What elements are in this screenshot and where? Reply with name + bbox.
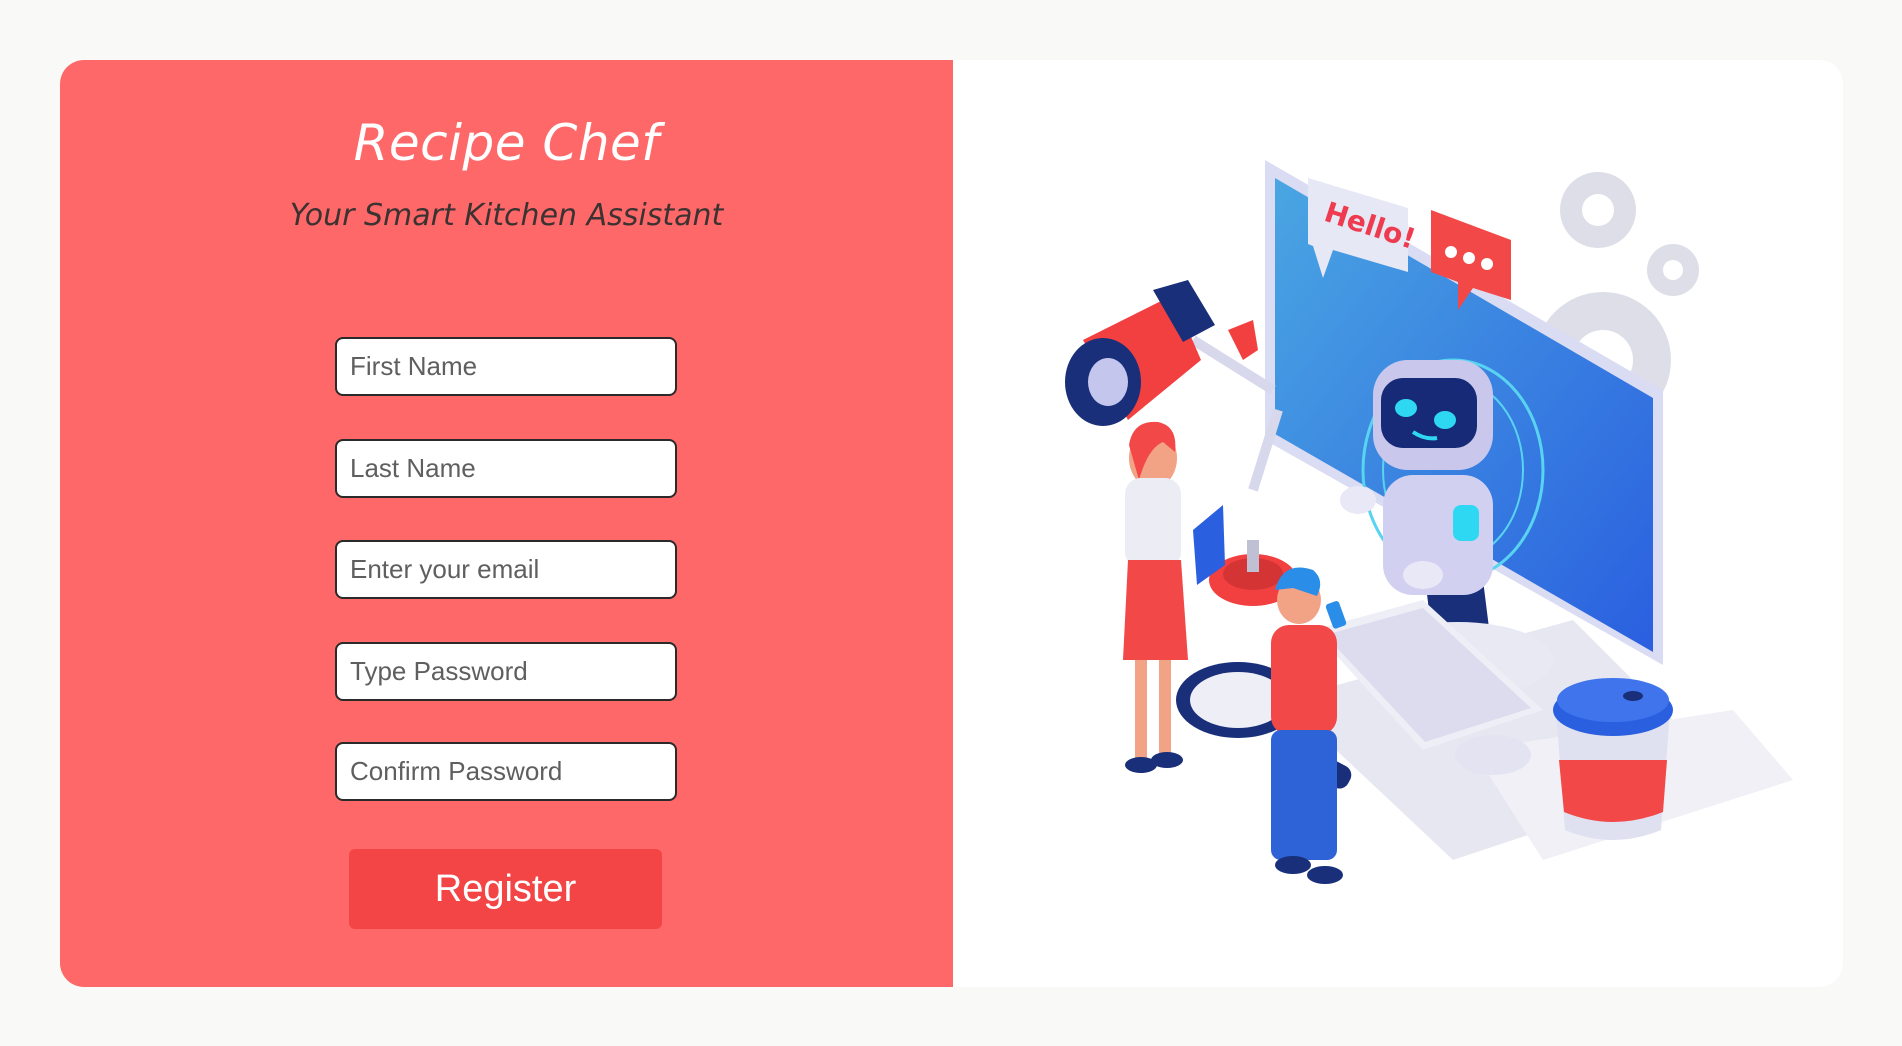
- first-name-input[interactable]: [335, 337, 677, 396]
- register-button[interactable]: Register: [349, 849, 662, 929]
- confirm-password-input[interactable]: [335, 742, 677, 801]
- mouse-icon: [1455, 735, 1531, 775]
- last-name-input[interactable]: [335, 439, 677, 498]
- desk-lamp-icon: [1065, 280, 1297, 606]
- robot-assistant-illustration: Hello!: [1065, 160, 1793, 884]
- email-input[interactable]: [335, 540, 677, 599]
- app-subtitle: Your Smart Kitchen Assistant: [289, 198, 724, 233]
- illustration-panel: Hello!: [953, 60, 1843, 987]
- app-title: Recipe Chef: [353, 114, 660, 172]
- password-input[interactable]: [335, 642, 677, 701]
- register-card: Recipe Chef Your Smart Kitchen Assistant…: [60, 60, 1843, 987]
- register-panel: Recipe Chef Your Smart Kitchen Assistant…: [60, 60, 953, 987]
- coffee-cup-icon: [1553, 678, 1673, 840]
